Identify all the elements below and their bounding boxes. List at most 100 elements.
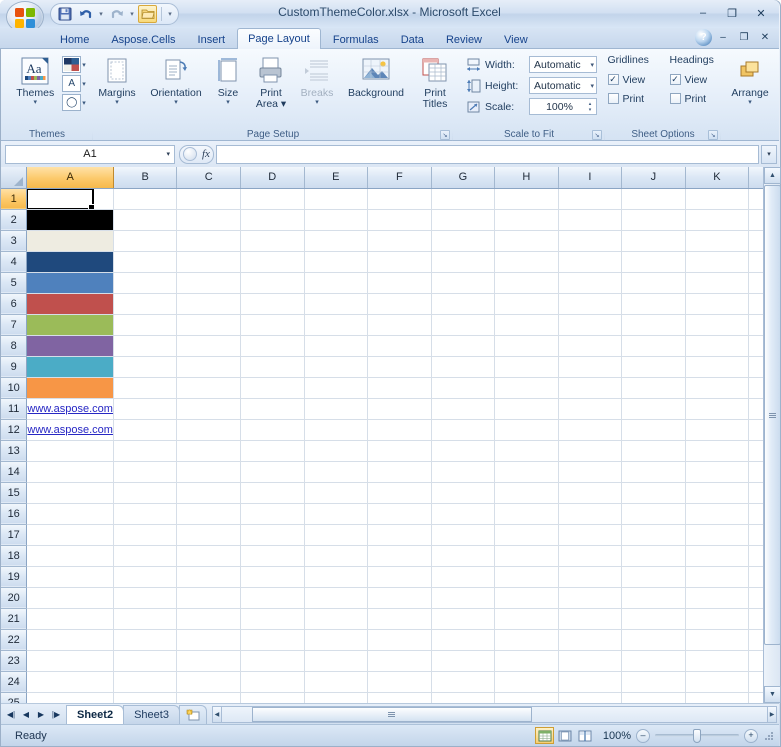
cell-B24[interactable]: [113, 671, 178, 693]
cell-J5[interactable]: [621, 272, 686, 294]
cell-E21[interactable]: [304, 608, 369, 630]
cell-K1[interactable]: [685, 188, 750, 210]
cell-B20[interactable]: [113, 587, 178, 609]
cell-K22[interactable]: [685, 629, 750, 651]
cell-D12[interactable]: [240, 419, 305, 441]
cell-E18[interactable]: [304, 545, 369, 567]
tab-data[interactable]: Data: [391, 30, 434, 49]
close-button[interactable]: ✕: [747, 4, 775, 22]
theme-fonts-caret-icon[interactable]: ▾: [82, 80, 86, 88]
cell-J1[interactable]: [621, 188, 686, 210]
cell-K19[interactable]: [685, 566, 750, 588]
cell-F15[interactable]: [367, 482, 432, 504]
cell-G19[interactable]: [431, 566, 496, 588]
vertical-scroll-thumb[interactable]: [764, 185, 781, 645]
cell-F6[interactable]: [367, 293, 432, 315]
cell-G13[interactable]: [431, 440, 496, 462]
workbook-close-button[interactable]: ✕: [755, 30, 775, 46]
cell-G4[interactable]: [431, 251, 496, 273]
cell-B12[interactable]: [113, 419, 178, 441]
cell-B19[interactable]: [113, 566, 178, 588]
cell-A25[interactable]: [26, 692, 114, 703]
cell-E24[interactable]: [304, 671, 369, 693]
cell-I8[interactable]: [558, 335, 623, 357]
cell-J11[interactable]: [621, 398, 686, 420]
cell-I3[interactable]: [558, 230, 623, 252]
cell-D22[interactable]: [240, 629, 305, 651]
first-sheet-button[interactable]: ◀|: [4, 707, 18, 722]
cell-B3[interactable]: [113, 230, 178, 252]
cell-H6[interactable]: [494, 293, 559, 315]
gridlines-print-row[interactable]: Print: [604, 89, 644, 108]
workbook-restore-button[interactable]: ❐: [734, 30, 754, 46]
cell-G15[interactable]: [431, 482, 496, 504]
cancel-formula-button[interactable]: [183, 147, 197, 161]
row-header-23[interactable]: 23: [1, 650, 28, 672]
cell-I1[interactable]: [558, 188, 623, 210]
cell-A10-accent-6-orange[interactable]: [26, 377, 114, 399]
cell-F20[interactable]: [367, 587, 432, 609]
cell-E5[interactable]: [304, 272, 369, 294]
column-header-g[interactable]: G: [431, 167, 496, 189]
cell-K7[interactable]: [685, 314, 750, 336]
cell-A5-accent-1-blue[interactable]: [26, 272, 114, 294]
tab-home[interactable]: Home: [50, 30, 99, 49]
cell-G18[interactable]: [431, 545, 496, 567]
minimize-button[interactable]: –: [689, 4, 717, 22]
cell-F14[interactable]: [367, 461, 432, 483]
cell-C24[interactable]: [176, 671, 242, 693]
zoom-slider-thumb[interactable]: [693, 728, 701, 743]
cell-C22[interactable]: [176, 629, 242, 651]
row-header-15[interactable]: 15: [1, 482, 28, 504]
cell-A20[interactable]: [26, 587, 114, 609]
cell-I7[interactable]: [558, 314, 623, 336]
page-layout-view-button[interactable]: [555, 727, 574, 744]
row-header-5[interactable]: 5: [1, 272, 28, 294]
vertical-scrollbar[interactable]: ▲ ▼: [763, 167, 781, 703]
theme-fonts-button[interactable]: A ▾: [62, 75, 86, 92]
cell-G10[interactable]: [431, 377, 496, 399]
scroll-up-button[interactable]: ▲: [764, 167, 781, 184]
cell-B13[interactable]: [113, 440, 178, 462]
cell-A21[interactable]: [26, 608, 114, 630]
cell-C10[interactable]: [176, 377, 242, 399]
cell-J22[interactable]: [621, 629, 686, 651]
zoom-in-button[interactable]: +: [744, 728, 758, 743]
cell-I14[interactable]: [558, 461, 623, 483]
cell-E11[interactable]: [304, 398, 369, 420]
cell-J16[interactable]: [621, 503, 686, 525]
cell-A8-accent-4-purple[interactable]: [26, 335, 114, 357]
normal-view-button[interactable]: [535, 727, 554, 744]
cell-H19[interactable]: [494, 566, 559, 588]
headings-print-row[interactable]: Print: [666, 89, 706, 108]
cell-F10[interactable]: [367, 377, 432, 399]
cell-D7[interactable]: [240, 314, 305, 336]
cell-H3[interactable]: [494, 230, 559, 252]
themes-button[interactable]: Aa Themes ▾: [8, 52, 62, 107]
column-header-h[interactable]: H: [494, 167, 559, 189]
row-header-17[interactable]: 17: [1, 524, 28, 546]
row-header-21[interactable]: 21: [1, 608, 28, 630]
column-header-i[interactable]: I: [558, 167, 623, 189]
scroll-left-button[interactable]: ◀: [212, 706, 222, 722]
row-header-4[interactable]: 4: [1, 251, 28, 273]
cell-H11[interactable]: [494, 398, 559, 420]
cell-G14[interactable]: [431, 461, 496, 483]
cell-A23[interactable]: [26, 650, 114, 672]
cell-F13[interactable]: [367, 440, 432, 462]
cell-G21[interactable]: [431, 608, 496, 630]
cell-I17[interactable]: [558, 524, 623, 546]
row-header-14[interactable]: 14: [1, 461, 28, 483]
cell-F21[interactable]: [367, 608, 432, 630]
row-header-11[interactable]: 11: [1, 398, 28, 420]
cell-K10[interactable]: [685, 377, 750, 399]
cell-C19[interactable]: [176, 566, 242, 588]
column-header-d[interactable]: D: [240, 167, 305, 189]
cell-A22[interactable]: [26, 629, 114, 651]
cell-D4[interactable]: [240, 251, 305, 273]
cell-H20[interactable]: [494, 587, 559, 609]
column-header-a[interactable]: A: [26, 167, 114, 189]
cell-A11[interactable]: www.aspose.com: [26, 398, 114, 420]
cell-C4[interactable]: [176, 251, 242, 273]
cell-K13[interactable]: [685, 440, 750, 462]
